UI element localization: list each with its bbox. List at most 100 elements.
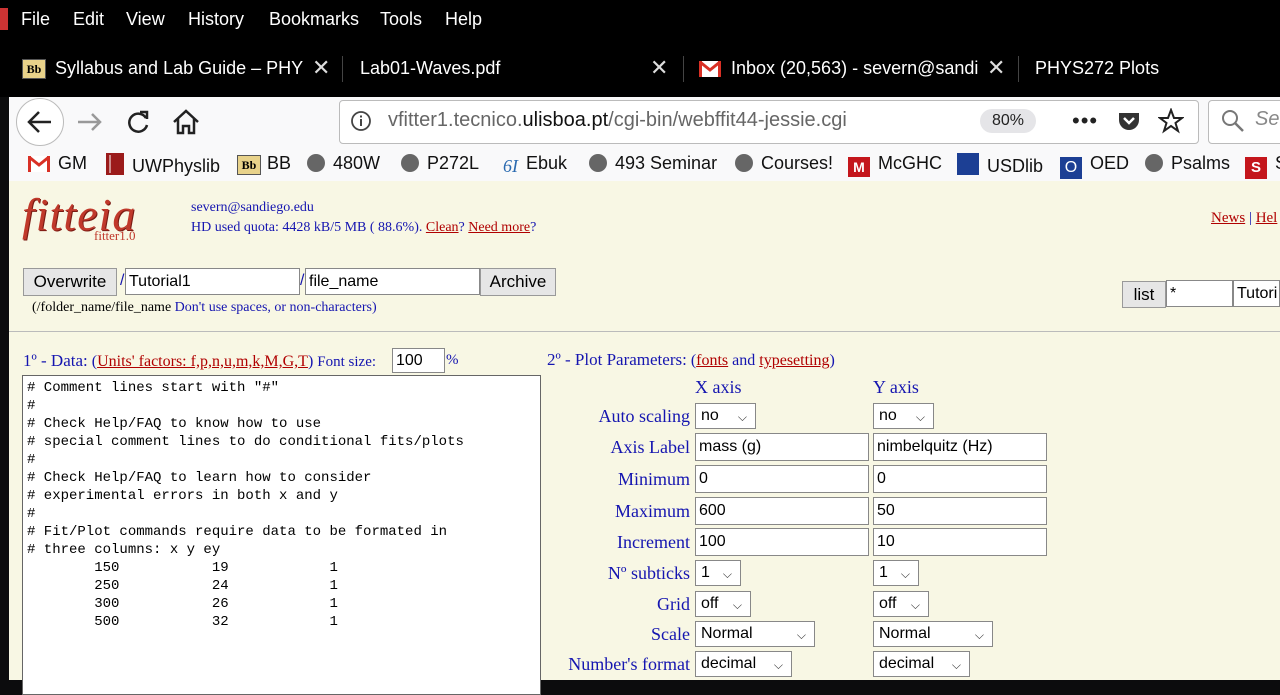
and-text: and [732,352,756,369]
clean-link[interactable]: Clean [426,220,459,235]
globe-icon [589,154,607,172]
bookmark-star-icon[interactable] [1157,107,1185,134]
globe-icon [307,154,325,172]
bookmark-oed[interactable]: O OED [1060,153,1129,179]
menu-edit[interactable]: Edit [73,9,104,30]
x-axis-header: X axis [695,377,742,397]
list-folder-select[interactable]: Tutori [1233,280,1280,307]
file-name-input[interactable]: file_name [305,268,480,295]
bookmark-bb[interactable]: Bb BB [237,153,291,175]
units-factors-link[interactable]: Units' factors: f,p,n,u,m,k,M,G,T [97,353,308,370]
book-icon [106,153,124,180]
x-scale-select[interactable]: Normal ⌵ [695,621,815,647]
zoom-level-badge[interactable]: 80% [980,109,1036,133]
url-text[interactable]: vfitter1.tecnico.ulisboa.pt/cgi-bin/webf… [388,109,847,132]
forward-arrow-icon [78,113,102,131]
bookmark-usdlib[interactable]: USDlib [957,153,1043,177]
bookmark-s[interactable]: SS [1245,153,1280,179]
folder-name-input[interactable]: Tutorial1 [125,268,300,295]
tab-title: PHYS272 Plots [1035,58,1160,78]
overwrite-button[interactable]: Overwrite [23,268,117,296]
info-icon[interactable] [350,110,372,132]
select-value: no [701,407,719,424]
forward-button[interactable] [74,106,106,138]
menu-tools[interactable]: Tools [380,9,422,30]
tab-title: Lab01-Waves.pdf [360,58,501,78]
help-link[interactable]: Hel [1256,210,1278,226]
plot-section-header: 2º - Plot Parameters: (fonts and typeset… [547,350,835,369]
list-filter-input[interactable]: * [1166,280,1233,307]
x-auto-scaling-select[interactable]: no ⌵ [695,403,756,429]
bookmark-gm[interactable]: GM [28,153,87,177]
bookmark-ebuk[interactable]: 6I Ebuk [503,153,567,177]
globe-icon [401,154,419,172]
bookmark-psalms[interactable]: Psalms [1145,153,1230,174]
y-grid-select[interactable]: off ⌵ [873,591,929,617]
y-maximum-input[interactable]: 50 [873,497,1047,525]
number-format-label: Number's format [568,654,690,674]
quota-text: HD used quota: 4428 kB/5 MB ( 88.6%). [191,220,423,235]
menu-history[interactable]: History [188,9,244,30]
menu-bookmarks[interactable]: Bookmarks [269,9,359,30]
x-subticks-select[interactable]: 1 ⌵ [695,560,741,586]
fonts-link[interactable]: fonts [696,352,728,369]
x-grid-select[interactable]: off ⌵ [695,591,751,617]
select-value: decimal [879,655,935,672]
y-auto-scaling-select[interactable]: no ⌵ [873,403,934,429]
increment-label: Increment [617,532,690,552]
x-maximum-input[interactable]: 600 [695,497,869,525]
bookmark-uwphyslib[interactable]: UWPhyslib [106,153,220,180]
tab-syllabus[interactable]: Bb Syllabus and Lab Guide – PHYS ✕ [22,47,340,91]
menu-file[interactable]: File [21,9,50,30]
y-scale-select[interactable]: Normal ⌵ [873,621,993,647]
select-value: off [701,595,719,612]
subticks-label: Nº subticks [607,563,690,583]
pocket-icon[interactable] [1116,108,1142,134]
need-more-link[interactable]: Need more [468,220,530,235]
reload-button[interactable] [122,106,154,138]
s-icon: S [1245,157,1267,179]
list-button[interactable]: list [1122,281,1166,308]
x-minimum-input[interactable]: 0 [695,465,869,493]
close-icon[interactable]: ✕ [987,55,1005,81]
chevron-down-icon: ⌵ [910,598,920,612]
tab-phys272-plots[interactable]: PHYS272 Plots [1035,47,1280,91]
data-textarea[interactable]: # Comment lines start with "#" # # Check… [22,375,541,695]
scale-label: Scale [651,624,690,644]
home-button[interactable] [170,106,202,138]
maximum-label: Maximum [615,501,690,521]
y-number-format-select[interactable]: decimal ⌵ [873,651,970,677]
menu-view[interactable]: View [126,9,165,30]
archive-button[interactable]: Archive [480,268,556,296]
minimum-label: Minimum [617,469,690,489]
tab-lab01[interactable]: Lab01-Waves.pdf ✕ [360,47,680,91]
select-value: 1 [701,564,710,581]
bookmark-p272l[interactable]: P272L [401,153,479,174]
back-button[interactable] [16,98,64,146]
typesetting-link[interactable]: typesetting [759,352,829,369]
x-increment-input[interactable]: 100 [695,528,869,556]
x-axis-label-input[interactable]: mass (g) [695,433,869,461]
more-actions-icon[interactable]: ••• [1072,108,1098,134]
divider [9,331,1280,332]
close-icon[interactable]: ✕ [312,55,330,81]
font-size-input[interactable]: 100 [392,348,445,373]
bookmark-mcghc[interactable]: M McGHC [848,153,942,177]
6I-icon: 6I [503,156,518,176]
menu-help[interactable]: Help [445,9,482,30]
chevron-down-icon: ⌵ [796,628,806,642]
y-increment-input[interactable]: 10 [873,528,1047,556]
tab-inbox[interactable]: Inbox (20,563) - severn@sandie ✕ [699,47,1009,91]
bookmark-493-seminar[interactable]: 493 Seminar [589,153,717,174]
y-axis-label-input[interactable]: nimbelquitz (Hz) [873,433,1047,461]
news-link[interactable]: News [1211,210,1245,226]
y-subticks-select[interactable]: 1 ⌵ [873,560,919,586]
bookmark-480w[interactable]: 480W [307,153,380,174]
bookmark-courses[interactable]: Courses! [735,153,833,174]
bookmark-label: 493 Seminar [615,153,718,173]
globe-icon [1145,154,1163,172]
close-icon[interactable]: ✕ [650,55,668,81]
x-number-format-select[interactable]: decimal ⌵ [695,651,792,677]
y-minimum-input[interactable]: 0 [873,465,1047,493]
auto-scaling-label: Auto scaling [598,406,691,426]
